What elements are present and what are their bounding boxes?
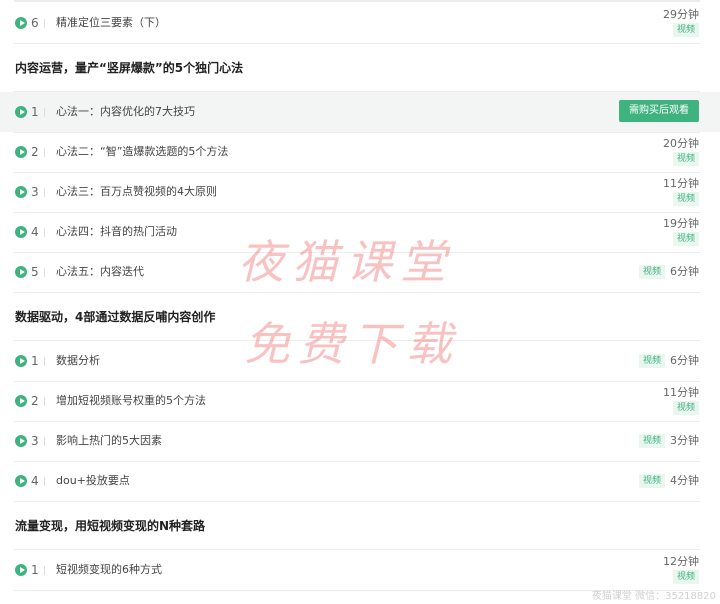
separator bbox=[44, 188, 45, 197]
play-icon bbox=[15, 146, 27, 158]
video-tag: 视频 bbox=[638, 265, 665, 279]
divider bbox=[14, 292, 700, 293]
play-icon bbox=[15, 395, 27, 407]
separator bbox=[44, 108, 45, 117]
lesson-number: 4 bbox=[31, 474, 39, 488]
lesson-title: 心法三：百万点赞视频的4大原则 bbox=[56, 185, 217, 198]
video-tag: 视频 bbox=[672, 232, 699, 246]
play-icon bbox=[15, 186, 27, 198]
lesson-row[interactable]: 1 短视频变现的6种方式 12分钟 视频 bbox=[0, 550, 720, 590]
separator bbox=[44, 357, 45, 366]
lesson-number: 2 bbox=[31, 394, 39, 408]
lesson-duration: 4分钟 bbox=[670, 474, 699, 487]
lesson-row[interactable]: 3 心法三：百万点赞视频的4大原则 11分钟 视频 bbox=[0, 172, 720, 212]
video-tag: 视频 bbox=[672, 401, 699, 415]
lesson-duration: 6分钟 bbox=[670, 354, 699, 367]
video-tag: 视频 bbox=[672, 23, 699, 37]
play-icon bbox=[15, 435, 27, 447]
video-tag: 视频 bbox=[638, 474, 665, 488]
footer-watermark: 夜猫课堂 微信：35218820 bbox=[591, 591, 716, 602]
play-icon bbox=[15, 564, 27, 576]
divider bbox=[14, 501, 700, 502]
lesson-row[interactable]: 2 心法二：“智”造爆款选题的5个方法 20分钟 视频 bbox=[0, 132, 720, 172]
lesson-number: 2 bbox=[31, 145, 39, 159]
lesson-row[interactable]: 3 影响上热门的5大因素 视频 3分钟 bbox=[0, 421, 720, 461]
separator bbox=[44, 148, 45, 157]
section-title: 流量变现，用短视频变现的N种套路 bbox=[15, 519, 206, 533]
play-icon bbox=[15, 106, 27, 118]
lesson-duration: 11分钟 bbox=[663, 386, 699, 399]
separator bbox=[44, 437, 45, 446]
play-icon bbox=[15, 475, 27, 487]
separator bbox=[44, 566, 45, 575]
divider bbox=[14, 43, 700, 44]
separator bbox=[44, 228, 45, 237]
lesson-duration: 12分钟 bbox=[663, 555, 699, 568]
play-icon bbox=[15, 226, 27, 238]
section-title: 内容运营，量产“竖屏爆款”的5个独门心法 bbox=[15, 61, 244, 75]
lesson-duration: 20分钟 bbox=[663, 137, 699, 150]
separator bbox=[44, 19, 45, 28]
separator bbox=[44, 397, 45, 406]
lesson-title: 心法一：内容优化的7大技巧 bbox=[56, 105, 195, 118]
lesson-number: 3 bbox=[31, 185, 39, 199]
lesson-number: 1 bbox=[31, 563, 39, 577]
lesson-title: 影响上热门的5大因素 bbox=[56, 434, 162, 447]
lesson-number: 4 bbox=[31, 225, 39, 239]
purchase-to-watch-button[interactable]: 需购买后观看 bbox=[619, 100, 699, 122]
separator bbox=[44, 477, 45, 486]
lesson-number: 5 bbox=[31, 265, 39, 279]
lesson-row[interactable]: 4 dou+投放要点 视频 4分钟 bbox=[0, 461, 720, 501]
video-tag: 视频 bbox=[672, 152, 699, 166]
lesson-row[interactable]: 6 精准定位三要素（下） 29分钟 视频 bbox=[0, 3, 720, 43]
video-tag: 视频 bbox=[672, 570, 699, 584]
lesson-title: 数据分析 bbox=[56, 354, 100, 367]
lesson-duration: 29分钟 bbox=[663, 8, 699, 21]
lesson-title: 短视频变现的6种方式 bbox=[56, 563, 162, 576]
lesson-duration: 19分钟 bbox=[663, 217, 699, 230]
lesson-title: 心法五：内容迭代 bbox=[56, 265, 144, 278]
lesson-row[interactable]: 4 心法四：抖音的热门活动 19分钟 视频 bbox=[0, 212, 720, 252]
separator bbox=[44, 268, 45, 277]
lesson-row[interactable]: 1 数据分析 视频 6分钟 bbox=[0, 341, 720, 381]
lesson-title: 心法二：“智”造爆款选题的5个方法 bbox=[56, 145, 229, 158]
lesson-duration: 3分钟 bbox=[670, 434, 699, 447]
section-title: 数据驱动，4部通过数据反哺内容创作 bbox=[15, 310, 216, 324]
lesson-title: 精准定位三要素（下） bbox=[56, 16, 166, 29]
lesson-number: 6 bbox=[31, 16, 39, 30]
lesson-duration: 6分钟 bbox=[670, 265, 699, 278]
video-tag: 视频 bbox=[638, 434, 665, 448]
divider bbox=[14, 0, 700, 2]
lesson-row-selected[interactable]: 1 心法一：内容优化的7大技巧 需购买后观看 bbox=[0, 92, 720, 132]
lesson-number: 1 bbox=[31, 105, 39, 119]
play-icon bbox=[15, 17, 27, 29]
lesson-title: dou+投放要点 bbox=[56, 474, 130, 487]
video-tag: 视频 bbox=[638, 354, 665, 368]
lesson-row[interactable]: 2 增加短视频账号权重的5个方法 11分钟 视频 bbox=[0, 381, 720, 421]
play-icon bbox=[15, 266, 27, 278]
lesson-number: 1 bbox=[31, 354, 39, 368]
lesson-title: 增加短视频账号权重的5个方法 bbox=[56, 394, 206, 407]
lesson-number: 3 bbox=[31, 434, 39, 448]
lesson-title: 心法四：抖音的热门活动 bbox=[56, 225, 177, 238]
lesson-row[interactable]: 5 心法五：内容迭代 视频 6分钟 bbox=[0, 252, 720, 292]
video-tag: 视频 bbox=[672, 192, 699, 206]
play-icon bbox=[15, 355, 27, 367]
lesson-duration: 11分钟 bbox=[663, 177, 699, 190]
